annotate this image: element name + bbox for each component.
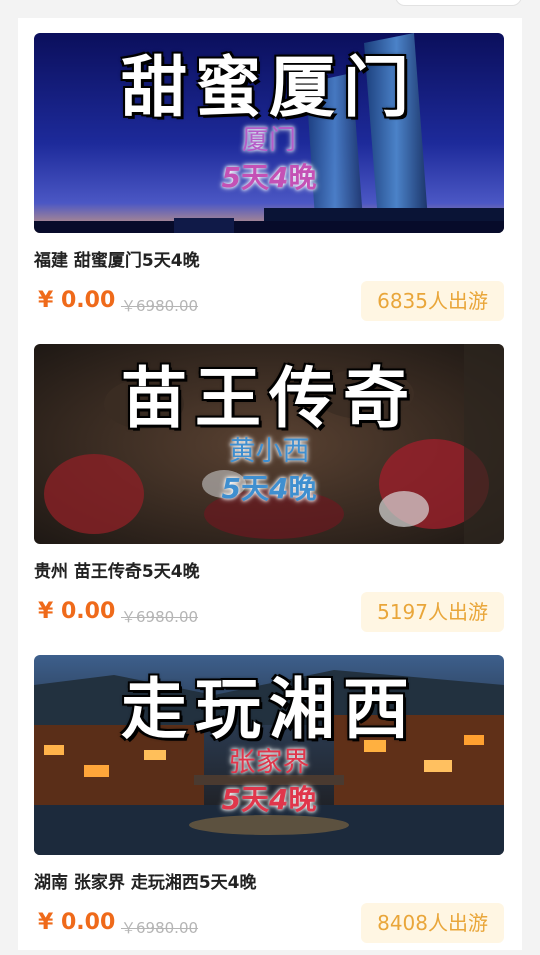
banner-title: 走玩湘西 — [121, 670, 417, 748]
travelers-badge: 6835人出游 — [361, 281, 504, 321]
product-name[interactable]: 湖南 张家界 走玩湘西5天4晚 — [34, 868, 257, 893]
original-price: ￥6980.00 — [121, 297, 199, 315]
banner-title: 苗王传奇 — [121, 359, 417, 437]
product-name[interactable]: 贵州 苗王传奇5天4晚 — [34, 557, 200, 582]
original-price: ￥6980.00 — [121, 919, 199, 937]
banner-nights-number: 4 — [269, 161, 289, 194]
product-banner[interactable]: 甜蜜厦门 厦门 5天4晚 — [34, 33, 504, 233]
product-card-xiangxi[interactable]: 走玩湘西 张家界 5天4晚 湖南 张家界 走玩湘西5天4晚 ¥ 0.00 ￥69… — [34, 655, 504, 955]
banner-days-number: 5 — [221, 783, 241, 816]
product-price: ¥ 0.00 — [38, 599, 116, 624]
banner-days-word: 天 — [240, 472, 269, 505]
product-price: ¥ 0.00 — [38, 910, 116, 935]
banner-subtitle: 黄小西 — [228, 436, 310, 467]
banner-nights-word: 晚 — [288, 161, 317, 194]
top-search-pill[interactable] — [395, 0, 522, 6]
product-price: ¥ 0.00 — [38, 288, 116, 313]
banner-nights-number: 4 — [269, 783, 289, 816]
banner-days-number: 5 — [221, 161, 241, 194]
banner-days-number: 5 — [221, 472, 241, 505]
banner-days-word: 天 — [240, 783, 269, 816]
product-list: 甜蜜厦门 厦门 5天4晚 福建 甜蜜厦门5天4晚 ¥ 0.00 ￥6980.00… — [0, 0, 540, 950]
banner-subtitle: 厦门 — [242, 125, 296, 156]
travelers-badge: 5197人出游 — [361, 592, 504, 632]
product-card-xiamen[interactable]: 甜蜜厦门 厦门 5天4晚 福建 甜蜜厦门5天4晚 ¥ 0.00 ￥6980.00… — [34, 33, 504, 333]
banner-title: 甜蜜厦门 — [121, 48, 417, 126]
product-banner[interactable]: 走玩湘西 张家界 5天4晚 — [34, 655, 504, 855]
travelers-badge: 8408人出游 — [361, 903, 504, 943]
banner-duration: 5天4晚 — [34, 161, 504, 195]
product-card-miao[interactable]: 苗王传奇 黄小西 5天4晚 贵州 苗王传奇5天4晚 ¥ 0.00 ￥6980.0… — [34, 344, 504, 644]
banner-nights-word: 晚 — [288, 472, 317, 505]
banner-duration: 5天4晚 — [34, 472, 504, 506]
banner-days-word: 天 — [240, 161, 269, 194]
product-name[interactable]: 福建 甜蜜厦门5天4晚 — [34, 246, 200, 271]
original-price: ￥6980.00 — [121, 608, 199, 626]
banner-duration: 5天4晚 — [34, 783, 504, 817]
banner-nights-word: 晚 — [288, 783, 317, 816]
banner-nights-number: 4 — [269, 472, 289, 505]
product-banner[interactable]: 苗王传奇 黄小西 5天4晚 — [34, 344, 504, 544]
banner-subtitle: 张家界 — [228, 747, 310, 778]
